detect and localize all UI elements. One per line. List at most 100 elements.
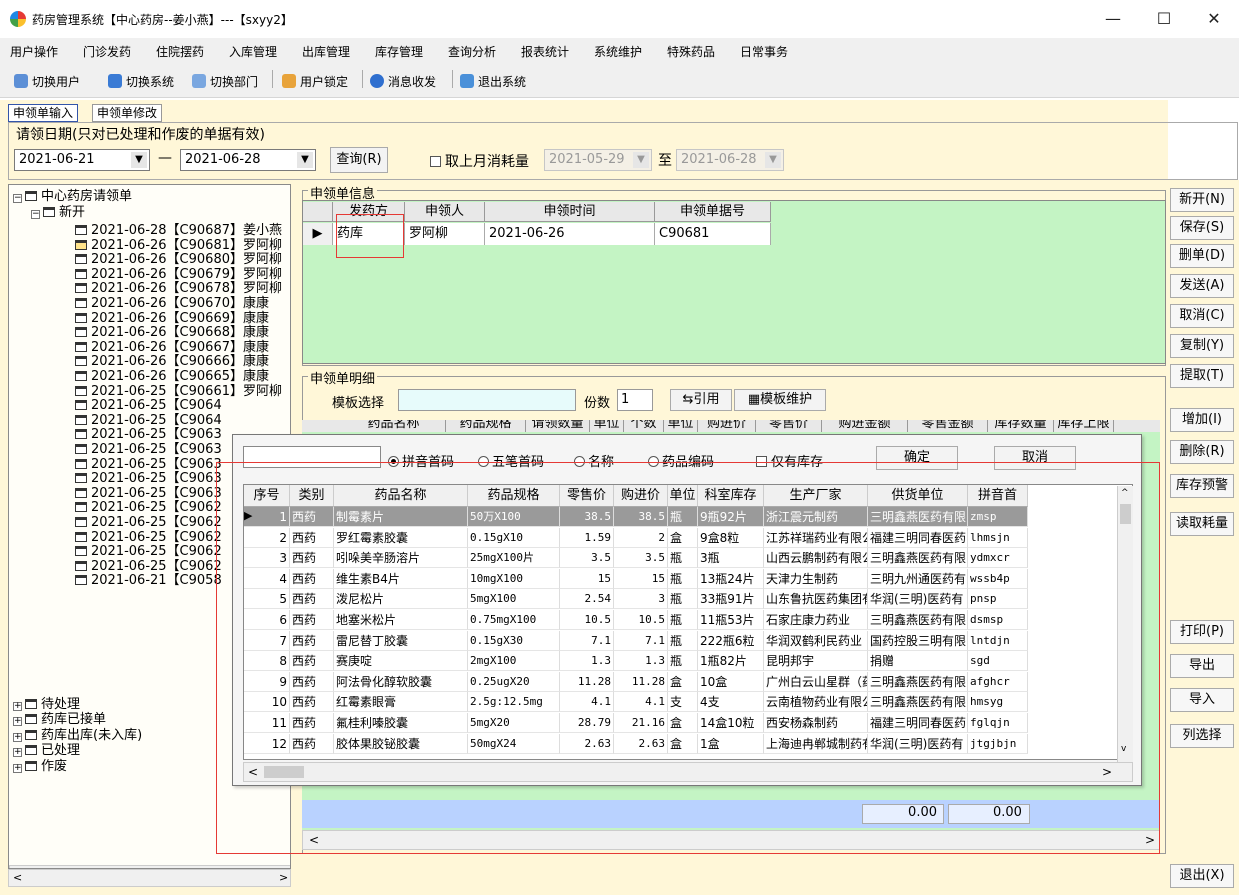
tree-item[interactable]: 2021-06-25【C90661】罗阿柳 — [75, 384, 282, 399]
stock-only-checkbox[interactable]: 仅有库存 — [756, 451, 823, 470]
right-button[interactable]: 导出 — [1170, 654, 1234, 678]
radio-name[interactable]: 名称 — [574, 451, 614, 470]
right-button[interactable]: 删除(R) — [1170, 440, 1234, 464]
menu-inventory[interactable]: 库存管理 — [375, 43, 423, 60]
right-button[interactable]: 增加(I) — [1170, 408, 1234, 432]
right-button[interactable]: 打印(P) — [1170, 620, 1234, 644]
detail-col-header[interactable]: 药品规格 — [446, 420, 526, 432]
tree-group[interactable]: + 待处理 — [13, 697, 80, 712]
maximize-button[interactable]: ☐ — [1149, 8, 1179, 30]
right-button[interactable]: 新开(N) — [1170, 188, 1234, 212]
tree-group[interactable]: + 作废 — [13, 759, 67, 774]
detail-col-header[interactable]: 单位 — [664, 420, 698, 432]
tree-item[interactable]: 2021-06-21【C9058 — [75, 573, 222, 588]
tab-request-modify[interactable]: 申领单修改 — [92, 104, 163, 122]
drug-list-table[interactable]: 序号 类别 药品名称 药品规格 零售价 购进价 单位 科室库存 生产厂家 供货单位 拼音首 1 西药 制霉… — [243, 484, 1133, 760]
drug-col-header[interactable]: 药品规格 — [468, 485, 560, 507]
menu-stock-out[interactable]: 出库管理 — [302, 43, 350, 60]
chevron-left-icon[interactable]: < — [309, 833, 319, 847]
radio-icon[interactable] — [478, 456, 489, 467]
drug-col-header[interactable]: 单位 — [668, 485, 698, 507]
drug-col-header[interactable]: 类别 — [290, 485, 334, 507]
detail-col-header[interactable]: 购进金额 — [822, 420, 908, 432]
detail-col-header[interactable]: 请领数量 — [526, 420, 590, 432]
exit-system-button[interactable]: 退出系统 — [460, 73, 526, 90]
detail-col-header[interactable]: 单位 — [590, 420, 624, 432]
messages-button[interactable]: 消息收发 — [370, 73, 436, 90]
checkbox-icon[interactable] — [756, 456, 767, 467]
menu-stock-in[interactable]: 入库管理 — [229, 43, 277, 60]
drug-row[interactable]: 7 西药 雷尼替丁胶囊 0.15gX30 7.1 7.1 瓶 222瓶6粒 华润双鹤利民药业 国药… — [244, 630, 1132, 651]
menu-user-ops[interactable]: 用户操作 — [10, 43, 58, 60]
right-button[interactable]: 取消(C) — [1170, 304, 1234, 328]
menu-query[interactable]: 查询分析 — [448, 43, 496, 60]
cancel-button[interactable]: 取消 — [994, 446, 1076, 470]
detail-col-header[interactable]: 零售价 — [756, 420, 822, 432]
expand-icon[interactable]: + — [13, 763, 22, 773]
drug-col-header[interactable]: 供货单位 — [868, 485, 968, 507]
menu-system[interactable]: 系统维护 — [594, 43, 642, 60]
drug-row[interactable]: 12 西药 胶体果胶铋胶囊 50mgX24 2.63 2.63 盒 1盒 上海迪冉郸城制药有 华润… — [244, 733, 1132, 754]
radio-code[interactable]: 药品编码 — [648, 451, 714, 470]
expand-icon[interactable]: + — [13, 717, 22, 727]
tree-item[interactable]: 2021-06-26【C90680】罗阿柳 — [75, 252, 282, 267]
radio-selected-icon[interactable] — [388, 456, 399, 467]
drug-list-vscroll[interactable]: ^ v — [1117, 486, 1133, 762]
tree-group[interactable]: + 已处理 — [13, 743, 80, 758]
tree-item[interactable]: 2021-06-26【C90669】康康 — [75, 311, 269, 326]
right-button[interactable]: 复制(Y) — [1170, 334, 1234, 358]
radio-icon[interactable] — [574, 456, 585, 467]
switch-system-button[interactable]: 切换系统 — [108, 73, 174, 90]
tree-item[interactable]: 2021-06-26【C90666】康康 — [75, 354, 269, 369]
switch-dept-button[interactable]: 切换部门 — [192, 73, 258, 90]
info-grid[interactable]: 发药方 申领人 申领时间 申领单据号 ▶ 药库 罗阿柳 2021-06-26 C… — [302, 200, 1166, 364]
tree-item[interactable]: 2021-06-25【C9064 — [75, 398, 222, 413]
menu-reports[interactable]: 报表统计 — [521, 43, 569, 60]
chevron-right-icon[interactable]: > — [279, 871, 288, 884]
detail-col-header[interactable]: 药品名称 — [342, 420, 446, 432]
right-button[interactable]: 列选择 — [1170, 724, 1234, 748]
template-maintain-button[interactable]: ▦模板维护 — [734, 389, 826, 411]
chevron-down-icon[interactable]: ▼ — [297, 152, 313, 168]
tree-item[interactable]: 2021-06-26【C90670】康康 — [75, 296, 269, 311]
menu-outpatient[interactable]: 门诊发药 — [83, 43, 131, 60]
expand-icon[interactable]: + — [13, 702, 22, 711]
detail-col-header[interactable]: 库存数量 — [988, 420, 1054, 432]
query-button[interactable]: 查询(R) — [330, 147, 388, 173]
tab-request-input[interactable]: 申领单输入 — [8, 104, 79, 122]
tree-group[interactable]: + 药库已接单 — [13, 712, 106, 727]
drug-row[interactable]: 9 西药 阿法骨化醇软胶囊 0.25ugX20 11.28 11.28 盒 10盒 广州白云山星… — [244, 671, 1132, 692]
drug-row[interactable]: 10 西药 红霉素眼膏 2.5g:12.5mg 4.1 4.1 支 4支 云南植物药业有限公 三明… — [244, 692, 1132, 713]
right-button[interactable]: 删单(D) — [1170, 244, 1234, 268]
info-cell[interactable]: 罗阿柳 — [405, 223, 485, 245]
tree-group[interactable]: + 药库出库(未入库) — [13, 728, 142, 743]
menu-special-drugs[interactable]: 特殊药品 — [667, 43, 715, 60]
drug-row[interactable]: 6 西药 地塞米松片 0.75mgX100 10.5 10.5 瓶 11瓶53片 石家庄康力药业… — [244, 610, 1132, 630]
scroll-thumb[interactable] — [1120, 504, 1131, 524]
tree-item[interactable]: 2021-06-26【C90679】罗阿柳 — [75, 267, 282, 282]
chevron-down-icon[interactable]: v — [1121, 744, 1126, 754]
tree-item[interactable]: 2021-06-25【C9063 — [75, 486, 222, 501]
drug-col-header[interactable]: 零售价 — [560, 485, 614, 507]
copies-input[interactable]: 1 — [617, 389, 653, 411]
chevron-up-icon[interactable]: ^ — [1121, 488, 1129, 498]
right-button[interactable]: 读取耗量 — [1170, 512, 1234, 536]
right-button[interactable]: 保存(S) — [1170, 216, 1234, 240]
chevron-down-icon[interactable]: ▼ — [131, 152, 147, 168]
drug-row[interactable]: 3 西药 吲哚美辛肠溶片 25mgX100片 3.5 3.5 瓶 3瓶 山西云鹏制药有限公 三明鑫… — [244, 548, 1132, 569]
col-header[interactable]: 申领单据号 — [655, 202, 771, 222]
detail-col-header[interactable]: 库存上限 — [1054, 420, 1114, 432]
right-button[interactable]: 库存预警 — [1170, 474, 1234, 498]
tree-item[interactable]: 2021-06-28【C90687】姜小燕 — [75, 223, 282, 238]
drug-list-hscroll[interactable]: < > — [243, 762, 1133, 782]
tree-item[interactable]: 2021-06-25【C9062 — [75, 559, 222, 574]
date-to-combo[interactable]: 2021-06-28 ▼ — [180, 149, 316, 171]
checkbox-icon[interactable] — [430, 156, 441, 167]
drug-col-header[interactable]: 药品名称 — [334, 485, 468, 507]
tree-item[interactable]: 2021-06-26【C90667】康康 — [75, 340, 269, 355]
tree-group-new[interactable]: − 新开 — [31, 205, 85, 220]
drug-row[interactable]: 1 西药 制霉素片 50万X100 38.5 38.5 瓶 9瓶92片 浙江震元制药 三明鑫燕医药… — [244, 507, 1132, 527]
detail-col-header[interactable]: 购进价 — [698, 420, 756, 432]
radio-pinyin[interactable]: 拼音首码 — [388, 451, 454, 470]
drug-search-input[interactable] — [243, 446, 381, 468]
